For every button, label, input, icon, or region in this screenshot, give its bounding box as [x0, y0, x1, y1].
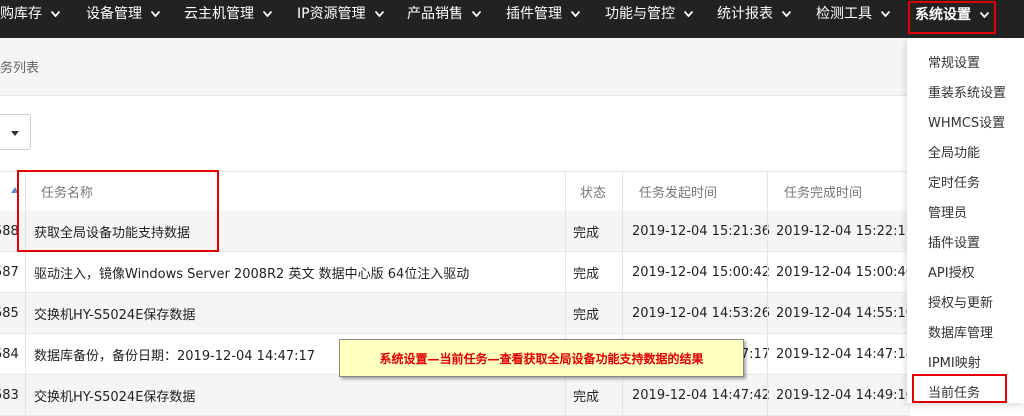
page-size-select[interactable] [0, 114, 31, 150]
task-end-time: 2019-12-04 14:55:10 [776, 305, 915, 321]
menu-item-license-update[interactable]: 授权与更新 [928, 292, 993, 311]
chevron-down-icon [683, 0, 694, 27]
task-start-time: 2019-12-04 15:00:42 [632, 264, 771, 280]
column-divider [25, 252, 26, 292]
menu-item-scheduled-tasks[interactable]: 定时任务 [928, 172, 980, 191]
breadcrumb-bar: 务列表 [0, 38, 1024, 96]
column-divider [25, 293, 26, 333]
column-divider [767, 375, 768, 415]
task-name: 交换机HY-S5024E保存数据 [34, 389, 196, 405]
nav-label: 设备管理 [86, 6, 142, 22]
task-id: 587 [0, 264, 19, 280]
column-divider [565, 172, 566, 211]
column-divider [565, 211, 566, 251]
task-name: 交换机HY-S5024E保存数据 [34, 307, 196, 323]
column-divider [565, 252, 566, 292]
menu-item-general[interactable]: 常规设置 [928, 52, 980, 71]
nav-item-features[interactable]: 功能与管控 [605, 0, 694, 38]
nav-item-inventory[interactable]: 购库存 [0, 0, 61, 38]
column-divider [565, 375, 566, 415]
column-divider [622, 293, 623, 333]
nav-item-system-settings[interactable]: 系统设置 [908, 1, 996, 34]
task-status: 完成 [573, 307, 600, 323]
nav-item-cloud-hosts[interactable]: 云主机管理 [184, 0, 273, 38]
menu-item-reinstall[interactable]: 重装系统设置 [928, 82, 1006, 101]
annotation-callout: 系统设置—当前任务—查看获取全局设备功能支持数据的结果 [339, 339, 744, 377]
column-divider [767, 211, 768, 251]
nav-label: 系统设置 [915, 7, 971, 23]
nav-label: IP资源管理 [297, 6, 366, 22]
column-divider [565, 293, 566, 333]
nav-item-ip-resources[interactable]: IP资源管理 [297, 0, 384, 38]
task-end-time: 2019-12-04 15:00:46 [776, 264, 915, 280]
column-divider [767, 293, 768, 333]
chevron-down-icon [50, 0, 61, 27]
nav-item-plugins[interactable]: 插件管理 [506, 0, 581, 38]
task-id: 584 [0, 346, 19, 362]
column-divider [767, 252, 768, 292]
task-start-time: 2019-12-04 14:53:26 [632, 305, 771, 321]
highlight-box [912, 374, 1007, 403]
menu-item-api-auth[interactable]: API授权 [928, 262, 975, 281]
task-name: 驱动注入，镜像Windows Server 2008R2 英文 数据中心版 64… [34, 266, 470, 282]
nav-item-reports[interactable]: 统计报表 [717, 0, 792, 38]
menu-item-admins[interactable]: 管理员 [928, 202, 967, 221]
task-name: 数据库备份，备份日期：2019-12-04 14:47:17 [34, 348, 316, 364]
system-settings-menu: 常规设置 重装系统设置 WHMCS设置 全局功能 定时任务 管理员 插件设置 A… [907, 38, 1024, 403]
menu-item-database[interactable]: 数据库管理 [928, 322, 993, 341]
chevron-down-icon [262, 0, 273, 27]
breadcrumb: 务列表 [0, 61, 40, 76]
column-divider [622, 375, 623, 415]
header-start-time[interactable]: 任务发起时间 [639, 172, 717, 211]
nav-label: 检测工具 [816, 6, 872, 22]
header-end-time[interactable]: 任务完成时间 [784, 172, 862, 211]
column-divider [25, 334, 26, 374]
task-id: 583 [0, 387, 19, 403]
menu-item-plugin-settings[interactable]: 插件设置 [928, 232, 980, 251]
nav-item-devices[interactable]: 设备管理 [86, 0, 161, 38]
column-divider [25, 375, 26, 415]
column-divider [767, 172, 768, 211]
task-end-time: 2019-12-04 14:49:10 [776, 387, 915, 403]
nav-item-product-sales[interactable]: 产品销售 [407, 0, 482, 38]
menu-item-global-features[interactable]: 全局功能 [928, 142, 980, 161]
caret-down-icon [11, 125, 19, 140]
task-id: 588 [0, 223, 19, 239]
chevron-down-icon [979, 0, 990, 28]
chevron-down-icon [374, 0, 384, 27]
column-divider [622, 211, 623, 251]
task-start-time: 2019-12-04 15:21:36 [632, 223, 771, 239]
chevron-down-icon [781, 0, 792, 27]
menu-item-ipmi-mapping[interactable]: IPMI映射 [928, 352, 981, 371]
header-status[interactable]: 状态 [580, 172, 606, 211]
chevron-down-icon [570, 0, 581, 27]
task-status: 完成 [573, 389, 600, 405]
nav-label: 功能与管控 [605, 6, 675, 22]
nav-label: 统计报表 [717, 6, 773, 22]
table-row[interactable]: 585 交换机HY-S5024E保存数据 完成 2019-12-04 14:53… [0, 293, 914, 334]
task-status: 完成 [573, 266, 600, 282]
chevron-down-icon [880, 0, 891, 27]
menu-item-whmcs[interactable]: WHMCS设置 [928, 112, 1005, 131]
top-navbar: 购库存 设备管理 云主机管理 IP资源管理 产品销售 插件管理 功能与管控 统计… [0, 0, 1024, 38]
nav-label: 购库存 [0, 6, 42, 22]
column-divider [622, 252, 623, 292]
task-id: 585 [0, 305, 19, 321]
table-row[interactable]: 583 交换机HY-S5024E保存数据 完成 2019-12-04 14:47… [0, 375, 914, 416]
column-divider [622, 172, 623, 211]
nav-label: 产品销售 [407, 6, 463, 22]
highlight-box [17, 170, 219, 252]
nav-item-tools[interactable]: 检测工具 [816, 0, 891, 38]
task-end-time: 2019-12-04 15:22:17 [776, 223, 915, 239]
task-start-time: 2019-12-04 14:47:42 [632, 387, 771, 403]
chevron-down-icon [471, 0, 482, 27]
nav-label: 云主机管理 [184, 6, 254, 22]
task-status: 完成 [573, 225, 600, 241]
chevron-down-icon [150, 0, 161, 27]
callout-text: 系统设置—当前任务—查看获取全局设备功能支持数据的结果 [379, 351, 704, 366]
table-row[interactable]: 587 驱动注入，镜像Windows Server 2008R2 英文 数据中心… [0, 252, 914, 293]
nav-label: 插件管理 [506, 6, 562, 22]
column-divider [767, 334, 768, 374]
task-end-time: 2019-12-04 14:47:18 [776, 346, 915, 362]
